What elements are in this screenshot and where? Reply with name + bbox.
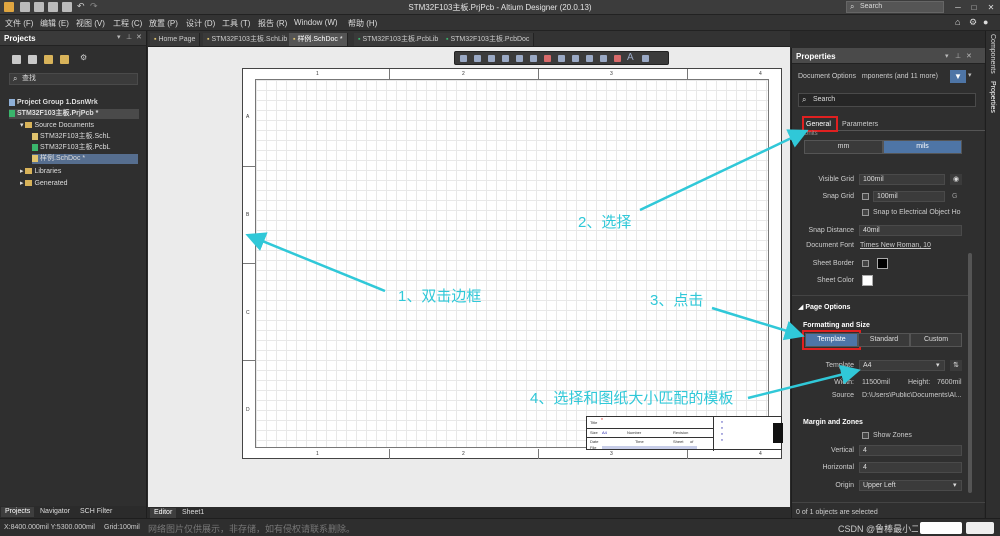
- arrow-3: [711, 306, 805, 341]
- arrow-1: [245, 232, 386, 293]
- annotation-step-3: 3、点击: [650, 292, 704, 309]
- annotation-step-1: 1、双击边框: [398, 288, 482, 305]
- arrow-4: [747, 364, 861, 400]
- annotation-arrows: [245, 129, 861, 400]
- annotation-step-2: 2、选择: [578, 214, 632, 231]
- annotation-step-4: 4、选择和图纸大小匹配的模板: [530, 390, 734, 407]
- arrow-2: [639, 129, 809, 212]
